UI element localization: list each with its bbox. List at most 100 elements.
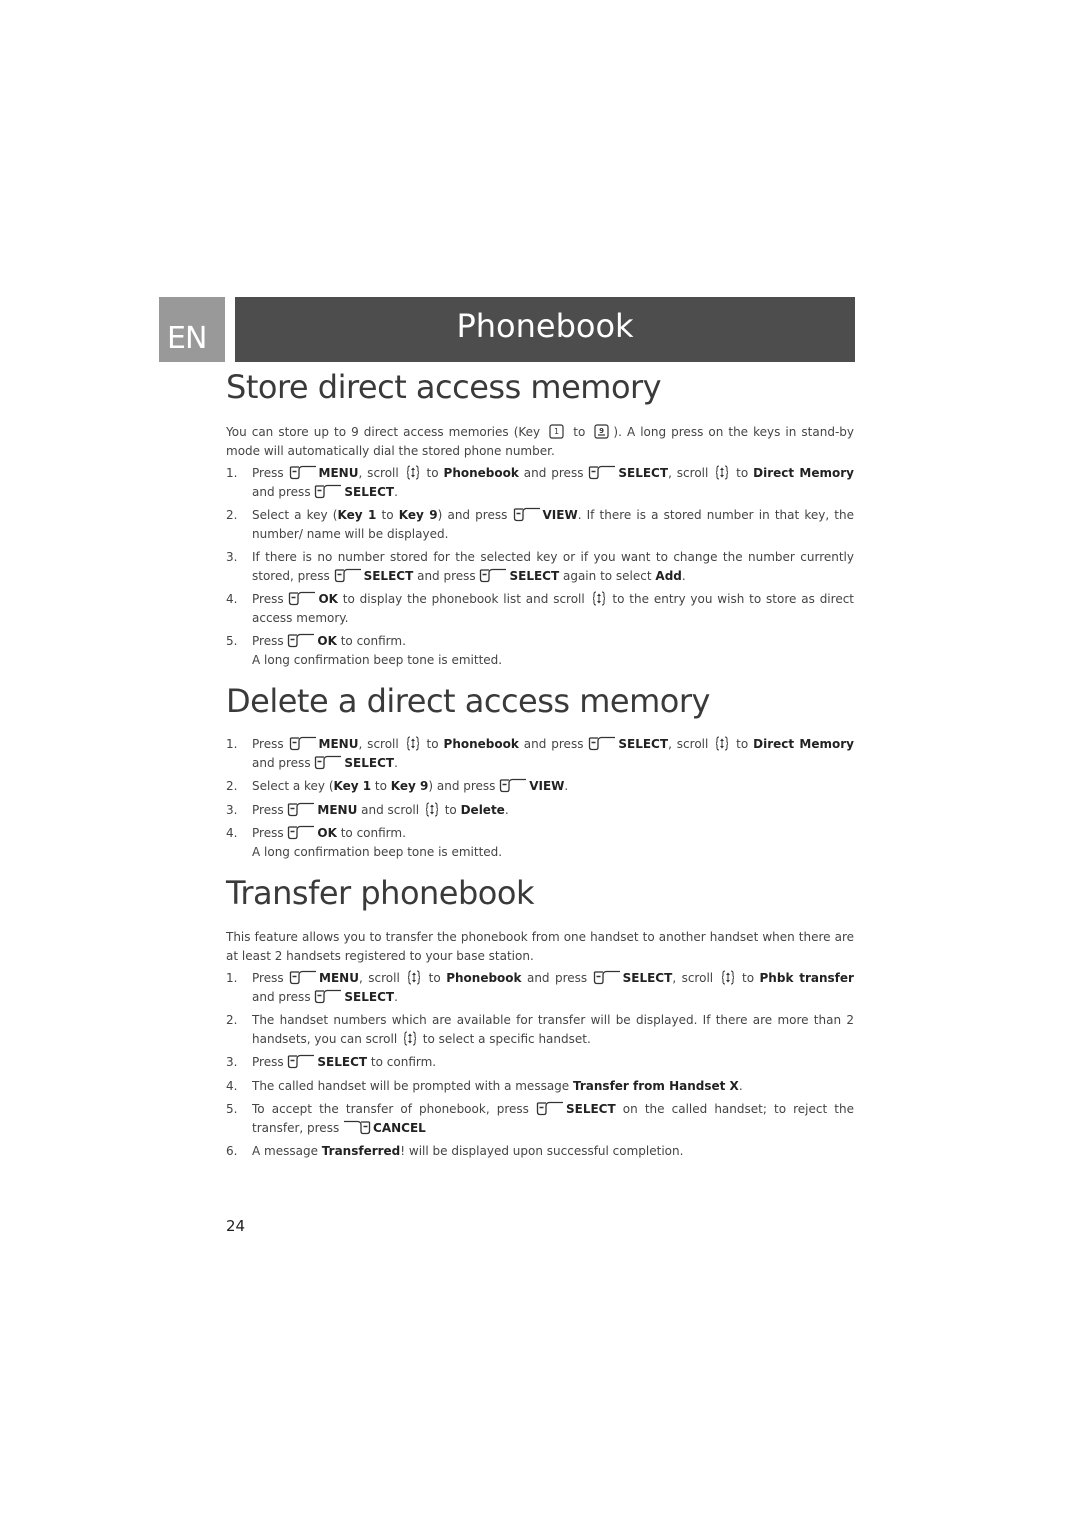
step-text: and press bbox=[521, 971, 593, 985]
step-text: The called handset will be prompted with… bbox=[252, 1078, 573, 1093]
step-text: Press bbox=[252, 737, 289, 751]
step-text: . bbox=[394, 755, 398, 770]
ui-term: Direct Memory bbox=[753, 466, 854, 480]
ui-term: Key 1 bbox=[333, 779, 372, 793]
step-text: . bbox=[738, 1078, 743, 1093]
step-number: 1. bbox=[226, 971, 238, 985]
ui-term: MENU bbox=[318, 466, 359, 480]
left-softkey-icon bbox=[480, 568, 507, 582]
step-item: 4. Press OK to confirm. A long confirmatio… bbox=[226, 824, 854, 861]
scroll-navigation-icon bbox=[716, 465, 729, 480]
ui-term: Phonebook bbox=[446, 971, 522, 985]
ui-term: Add bbox=[655, 568, 682, 583]
ui-term: MENU bbox=[317, 802, 358, 817]
step-item: 3. Press SELECT to confirm. bbox=[226, 1053, 854, 1072]
step-text: Press bbox=[252, 1055, 288, 1069]
ui-term: CANCEL bbox=[373, 1120, 426, 1135]
step-text: . bbox=[394, 989, 398, 1004]
step-text: and press bbox=[518, 737, 589, 751]
ui-term: Phonebook bbox=[443, 466, 519, 480]
chapter-header: Phonebook bbox=[235, 297, 855, 362]
step-number: 4. bbox=[226, 826, 238, 840]
step-text: , scroll bbox=[358, 737, 404, 751]
ui-term: OK bbox=[317, 826, 337, 840]
step-text: to display the phonebook list and scroll bbox=[337, 592, 590, 606]
left-softkey-icon bbox=[593, 970, 620, 985]
left-softkey-icon bbox=[315, 989, 342, 1003]
ui-term: VIEW bbox=[542, 508, 578, 522]
left-softkey-icon bbox=[589, 465, 616, 480]
ui-term: SELECT bbox=[344, 755, 395, 770]
step-text: to confirm. bbox=[367, 1055, 437, 1069]
step-number: 5. bbox=[226, 1102, 238, 1116]
step-text: . bbox=[681, 568, 686, 583]
section-title-transfer: Transfer phonebook bbox=[226, 874, 534, 912]
ui-term: SELECT bbox=[344, 484, 395, 499]
svg-text:1: 1 bbox=[554, 427, 559, 436]
step-text: . bbox=[564, 779, 569, 793]
step-text: ) and press bbox=[437, 508, 513, 522]
step-text: to bbox=[376, 508, 399, 522]
step-text: to bbox=[731, 466, 754, 480]
step-text: and press bbox=[252, 989, 315, 1004]
step-number: 4. bbox=[226, 592, 238, 606]
ui-term: MENU bbox=[319, 971, 359, 985]
ui-term: VIEW bbox=[529, 779, 565, 793]
ui-term: SELECT bbox=[344, 989, 395, 1004]
step-text: Press bbox=[252, 592, 289, 606]
step-number: 3. bbox=[226, 550, 238, 564]
svg-text:9: 9 bbox=[599, 427, 604, 435]
step-text: to select a specific handset. bbox=[418, 1031, 591, 1046]
left-softkey-icon bbox=[289, 465, 316, 480]
step-text: . bbox=[394, 484, 398, 499]
step-number: 3. bbox=[226, 1055, 238, 1069]
ui-term: Phbk transfer bbox=[759, 971, 854, 985]
ui-term: SELECT bbox=[317, 1055, 368, 1069]
ui-term: Transferred bbox=[321, 1144, 401, 1158]
ui-term: Direct Memory bbox=[753, 737, 854, 751]
step-text: to confirm. bbox=[336, 634, 406, 648]
step-text: and press bbox=[518, 466, 589, 480]
step-text: A long confirmation beep tone is emitted… bbox=[252, 844, 503, 859]
step-number: 1. bbox=[226, 737, 238, 751]
left-softkey-icon bbox=[500, 778, 527, 793]
step-text: and press bbox=[252, 484, 315, 499]
scroll-navigation-icon bbox=[425, 802, 438, 816]
step-number: 5. bbox=[226, 634, 238, 648]
step-text: again to select bbox=[559, 568, 656, 583]
ui-term: SELECT bbox=[566, 1102, 616, 1116]
transfer-intro: This feature allows you to transfer the … bbox=[226, 930, 854, 963]
step-text: Press bbox=[252, 802, 288, 817]
step-text: Press bbox=[252, 466, 289, 480]
step-text: , scroll bbox=[672, 971, 719, 985]
step-text: , scroll bbox=[358, 971, 406, 985]
step-number: 1. bbox=[226, 466, 238, 480]
ui-term: SELECT bbox=[622, 971, 673, 985]
page-number: 24 bbox=[226, 1217, 246, 1235]
step-item: 4. The called handset will be prompted wi… bbox=[226, 1077, 854, 1096]
step-item: 3. If there is no number stored for the s… bbox=[226, 548, 854, 585]
left-softkey-icon bbox=[288, 1054, 315, 1069]
left-softkey-icon bbox=[288, 825, 315, 840]
left-softkey-icon bbox=[536, 1101, 563, 1116]
step-text: and scroll bbox=[357, 802, 423, 817]
left-softkey-icon bbox=[513, 507, 540, 522]
step-text: Select a key ( bbox=[252, 779, 334, 793]
step-text: Press bbox=[252, 971, 290, 985]
scroll-navigation-icon bbox=[403, 1031, 416, 1045]
ui-term: OK bbox=[318, 592, 338, 606]
step-item: 6. A message Transferred! will be display… bbox=[226, 1142, 854, 1161]
step-text: to bbox=[440, 802, 461, 817]
step-item: 1. Press MENU, scroll to Phonebook and pr… bbox=[226, 735, 854, 772]
scroll-navigation-icon bbox=[406, 465, 419, 480]
left-softkey-icon bbox=[288, 633, 315, 648]
step-item: 1. Press MENU, scroll to Phonebook and pr… bbox=[226, 464, 854, 501]
step-text: to bbox=[423, 971, 447, 985]
step-text: to confirm. bbox=[336, 826, 406, 840]
step-text: A long confirmation beep tone is emitted… bbox=[252, 652, 503, 667]
step-item: 5. Press OK to confirm. A long confirmatio… bbox=[226, 632, 854, 669]
step-number: 6. bbox=[226, 1144, 238, 1158]
step-text: To accept the transfer of phonebook, pre… bbox=[252, 1102, 536, 1116]
step-text: . bbox=[504, 802, 509, 817]
store-steps: 1. Press MENU, scroll to Phonebook and pr… bbox=[226, 464, 854, 674]
